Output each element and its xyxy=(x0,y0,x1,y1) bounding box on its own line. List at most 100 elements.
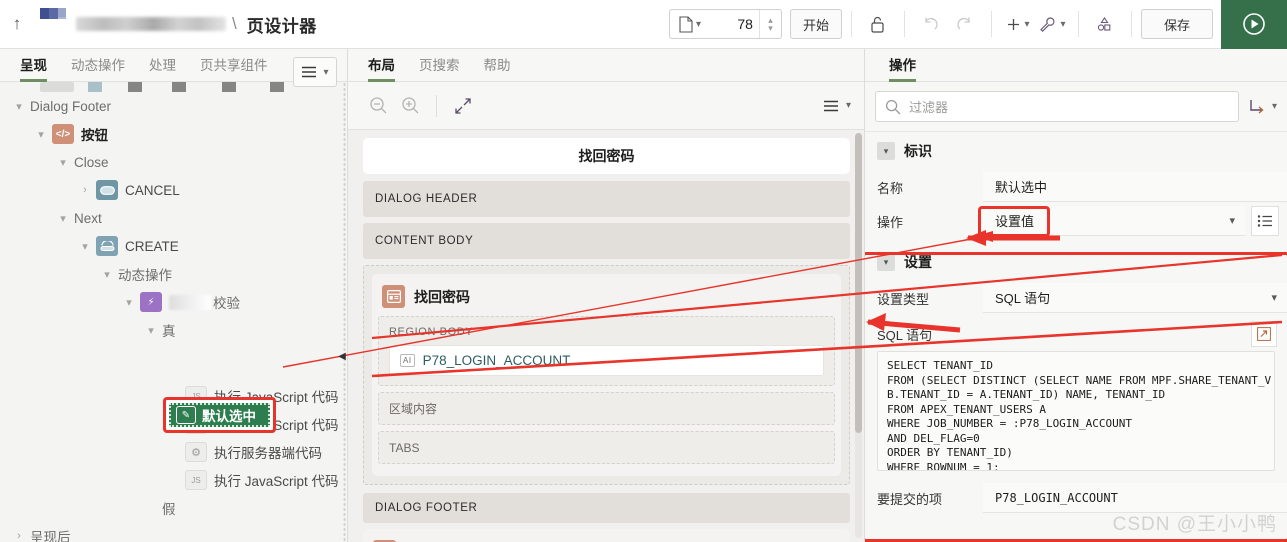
tree-row[interactable]: › 呈现后 xyxy=(0,522,347,542)
page-number-value[interactable]: 78 xyxy=(705,16,759,32)
region-icon xyxy=(382,285,405,308)
content-body-band[interactable]: CONTENT BODY xyxy=(363,223,850,259)
twisty-icon[interactable]: ▾ xyxy=(52,212,74,225)
submit-items-field[interactable]: P78_LOGIN_ACCOUNT xyxy=(983,483,1287,513)
twisty-icon[interactable]: ▾ xyxy=(118,296,140,309)
setting-type-select[interactable]: SQL 语句 ▾ xyxy=(983,283,1287,313)
tab-shared-components[interactable]: 页共享组件 xyxy=(188,54,280,81)
buttons-region-header[interactable]: </> 按钮 xyxy=(369,535,844,542)
page-number-stepper[interactable]: ▴ ▾ xyxy=(758,10,781,38)
buttons-region-card[interactable]: </> 按钮 xyxy=(363,529,850,542)
dialog-footer-band[interactable]: DIALOG FOOTER xyxy=(363,493,850,523)
expand-icon[interactable] xyxy=(447,90,479,122)
region-card[interactable]: 找回密码 REGION BODY AI P78_LOGIN_ACCOUNT 区域… xyxy=(372,274,841,476)
tab-layout[interactable]: 布局 xyxy=(356,54,407,82)
tab-rendering[interactable]: 呈现 xyxy=(8,54,59,82)
tab-dynamic-actions[interactable]: 动态操作 xyxy=(59,54,137,81)
tree-row[interactable]: › CANCEL xyxy=(0,176,347,204)
page-icon[interactable]: ▾ xyxy=(670,15,705,33)
tree-row[interactable]: ▾ 真 xyxy=(0,316,347,344)
tree-row[interactable]: ⚙ 执行服务器端代码 xyxy=(0,438,347,466)
tree-row-selected[interactable] xyxy=(0,344,347,382)
twisty-icon[interactable]: ▾ xyxy=(74,240,96,253)
expand-editor-icon[interactable] xyxy=(1251,321,1277,347)
dialog-header-band[interactable]: DIALOG HEADER xyxy=(363,181,850,217)
search-input[interactable]: 过滤器 xyxy=(875,91,1239,122)
twisty-icon[interactable]: ▾ xyxy=(52,156,74,169)
page-item-row[interactable]: AI P78_LOGIN_ACCOUNT xyxy=(389,345,824,376)
tab-action[interactable]: 操作 xyxy=(877,54,928,82)
selected-tree-node[interactable]: ✎ 默认选中 xyxy=(169,403,270,427)
lock-icon[interactable] xyxy=(861,8,895,40)
tree-item-label: 动态操作 xyxy=(118,268,172,283)
tree-menu-button[interactable]: ▾ xyxy=(293,57,337,87)
name-field[interactable]: 默认选中 xyxy=(983,172,1287,202)
canvas-scrollbar[interactable] xyxy=(855,133,862,538)
save-button[interactable]: 保存 xyxy=(1140,9,1213,39)
redo-icon[interactable] xyxy=(948,8,982,40)
start-button[interactable]: 开始 xyxy=(789,9,842,39)
chevron-down-icon[interactable]: ▾ xyxy=(1229,214,1235,227)
app-logo xyxy=(36,5,70,43)
middle-pane: 布局 页搜索 帮助 ▾ 找回密码 DIALOG HEADER CONTENT B… xyxy=(348,49,865,542)
tab-page-search[interactable]: 页搜索 xyxy=(407,54,472,81)
identification-section-header[interactable]: ▾ 标识 xyxy=(865,132,1287,170)
region-header[interactable]: 找回密码 xyxy=(378,280,835,316)
layout-menu-button[interactable]: ▾ xyxy=(823,100,851,112)
twisty-icon[interactable]: › xyxy=(8,530,30,542)
tree-row[interactable]: ▾ Dialog Footer xyxy=(0,92,347,120)
plus-icon[interactable]: ▾ xyxy=(1001,8,1035,40)
chevron-down-icon[interactable]: ▾ xyxy=(323,67,328,78)
top-toolbar-actions: ▾ 78 ▴ ▾ 开始 ▾ ▾ 保存 xyxy=(668,0,1287,49)
tree-item-label: Next xyxy=(74,210,102,226)
canvas-page-title[interactable]: 找回密码 xyxy=(363,138,850,174)
arrow-up-icon[interactable]: ↑ xyxy=(0,0,34,49)
tree-row[interactable]: JS 执行 JavaScript 代码 xyxy=(0,466,347,494)
chevron-down-icon[interactable]: ▾ xyxy=(846,100,851,111)
chevron-down-icon[interactable]: ▾ xyxy=(1271,291,1277,304)
chevron-down-icon[interactable]: ▾ xyxy=(696,19,701,30)
tree-row[interactable]: 假 xyxy=(0,494,347,522)
tree-row[interactable]: ▾ </> 按钮 xyxy=(0,120,347,148)
undo-icon[interactable] xyxy=(914,8,948,40)
left-pane-collapse-handle[interactable]: ◀ xyxy=(336,345,347,367)
twisty-icon[interactable]: ▾ xyxy=(30,128,52,141)
twisty-icon[interactable]: ▾ xyxy=(96,268,118,281)
tree-row[interactable]: ▾ CREATE xyxy=(0,232,347,260)
tabs-slot[interactable]: TABS xyxy=(378,431,835,464)
region-body-area[interactable]: REGION BODY AI P78_LOGIN_ACCOUNT xyxy=(378,316,835,386)
tree-row[interactable]: ▾ ⚡ 校验 xyxy=(0,288,347,316)
list-menu-icon xyxy=(823,100,838,111)
tree-row[interactable]: ▾ Close xyxy=(0,148,347,176)
pane-resize-dots[interactable] xyxy=(343,82,346,542)
tree-row[interactable]: ▾ Next xyxy=(0,204,347,232)
filter-actions[interactable]: ▾ xyxy=(1247,98,1277,116)
action-list-button[interactable] xyxy=(1251,206,1279,236)
tree-item-label-redacted xyxy=(169,294,211,310)
tab-help[interactable]: 帮助 xyxy=(472,54,523,81)
chevron-down-icon[interactable]: ▾ xyxy=(1024,19,1029,30)
action-label: 操作 xyxy=(877,214,904,230)
shapes-icon[interactable] xyxy=(1088,8,1122,40)
action-select[interactable]: 设置值 ▾ xyxy=(983,206,1245,236)
twisty-icon[interactable]: ▾ xyxy=(8,100,30,113)
chevron-down-icon[interactable]: ▾ xyxy=(1060,19,1065,30)
wrench-icon[interactable]: ▾ xyxy=(1035,8,1069,40)
chevron-down-icon[interactable]: ▾ xyxy=(877,253,895,271)
run-button[interactable] xyxy=(1221,0,1287,49)
chevron-down-icon[interactable]: ▾ xyxy=(1272,101,1277,112)
page-selector[interactable]: ▾ 78 ▴ ▾ xyxy=(668,9,782,39)
toolbar-divider xyxy=(436,94,437,117)
middle-pane-tabs: 布局 页搜索 帮助 xyxy=(348,49,864,82)
zoom-out-icon[interactable] xyxy=(362,90,394,122)
tab-processing[interactable]: 处理 xyxy=(137,54,188,81)
tree-row[interactable]: ▾ 动态操作 xyxy=(0,260,347,288)
selected-tree-node-highlight[interactable]: ✎ 默认选中 xyxy=(163,397,276,433)
zoom-in-icon[interactable] xyxy=(394,90,426,122)
chevron-down-icon[interactable]: ▾ xyxy=(877,142,895,160)
settings-section-header[interactable]: ▾ 设置 xyxy=(865,238,1287,281)
twisty-icon[interactable]: › xyxy=(74,184,96,196)
sql-code-editor[interactable]: SELECT TENANT_ID FROM (SELECT DISTINCT (… xyxy=(877,351,1275,471)
region-content-slot[interactable]: 区域内容 xyxy=(378,392,835,425)
twisty-icon[interactable]: ▾ xyxy=(140,324,162,337)
